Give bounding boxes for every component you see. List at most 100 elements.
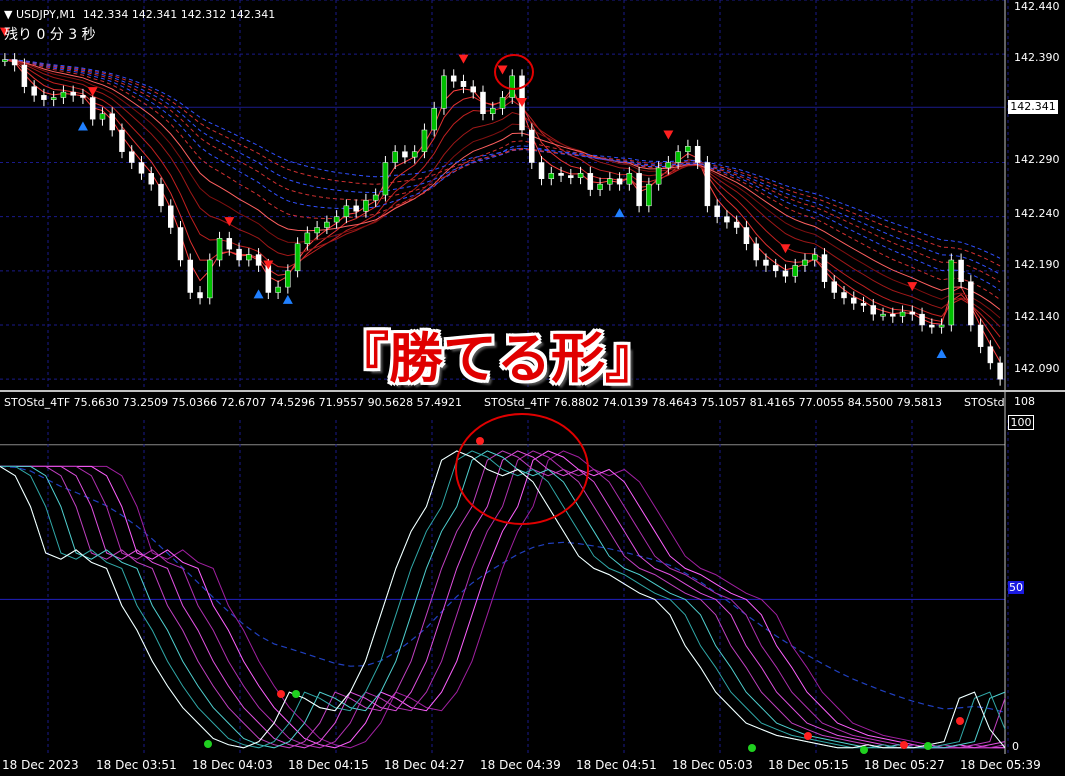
candle-body [80,95,86,98]
candle-body [968,281,974,326]
candle-body [529,129,535,163]
oversold-dot [292,690,300,698]
candle-body [899,311,906,317]
candle-body [411,151,418,158]
candle-body [275,286,281,293]
highlight-circle [455,413,589,525]
oscillator-panel[interactable]: STOStd_4TF 75.6630 73.2509 75.0366 72.67… [0,392,1065,754]
candle-body [841,292,847,299]
oscillator-chart[interactable] [0,392,1065,754]
candle-body [890,313,896,317]
ohlc-values: 142.334 142.341 142.312 142.341 [82,8,276,21]
overbought-dot [956,717,964,725]
time-label: 18 Dec 04:51 [576,758,657,772]
candle-body [148,173,154,185]
sell-arrow-icon [907,282,918,292]
osc-level-100: 100 [1008,415,1034,430]
candle-body [314,227,320,234]
candle-body [216,238,223,261]
candle-body [421,129,428,152]
candle-body [353,205,359,212]
candle-body [187,259,194,293]
time-label: 18 Dec 04:27 [384,758,465,772]
candle-body [568,175,574,178]
candle-body [285,270,291,288]
time-label: 18 Dec 05:03 [672,758,753,772]
candle-body [177,227,184,261]
price-tick: 142.390 [1014,51,1060,64]
buy-arrow-icon [936,349,947,358]
candle-body [997,362,1003,380]
candle-body [402,151,408,158]
candle-body [382,162,389,196]
time-label: 18 Dec 05:39 [960,758,1041,772]
candle-body [811,254,818,261]
candle-body [851,297,857,304]
candle-body [548,173,555,179]
oversold-dot [924,742,932,750]
candle-body [733,221,740,228]
price-tick: 142.140 [1014,310,1060,323]
candle-body [655,167,662,185]
candle-body [333,216,340,223]
candle-body [753,243,759,261]
price-tick: 142.090 [1014,362,1060,375]
sell-arrow-icon [87,87,98,97]
candle-body [792,265,798,277]
indicator-label-1: STOStd_4TF 75.6630 73.2509 75.0366 72.67… [4,396,463,409]
candle-body [294,243,301,272]
candle-body [802,259,808,266]
candle-body [616,178,623,185]
price-tick: 142.190 [1014,258,1060,271]
candle-body [704,162,711,207]
candle-body [782,270,789,277]
candle-body [821,254,828,282]
osc-level-50: 50 [1008,581,1024,594]
overbought-dot [804,732,812,740]
candle-body [109,113,115,131]
sell-arrow-icon [458,54,469,64]
price-tick: 142.240 [1014,207,1060,220]
osc-axis-top: 108 [1014,395,1035,408]
oversold-dot [204,740,212,748]
candle-body [948,259,955,326]
candle-body [977,324,984,347]
collapse-triangle-icon[interactable]: ▼ [4,8,12,21]
candle-body [31,86,37,96]
candle-body [470,86,476,93]
candle-body [538,162,545,179]
candle-body [392,151,398,163]
candle-body [607,178,613,185]
candle-body [343,205,350,217]
overbought-dot [476,437,484,445]
candle-body [743,227,750,244]
candle-body [929,324,935,328]
bar-timer: 残り 0 分 3 秒 [4,27,96,43]
candle-body [880,313,886,317]
price-tick: 142.290 [1014,153,1060,166]
symbol-label: USDJPY,M1 [15,8,76,21]
candle-body [870,305,877,315]
buy-arrow-icon [282,294,293,304]
candle-body [763,259,769,266]
oversold-dot [860,746,868,754]
candle-body [128,151,135,163]
candle-body [724,216,730,223]
candle-body [460,81,467,87]
candle-body [958,259,964,282]
candle-body [772,265,779,272]
candle-body [489,108,496,115]
time-label: 18 Dec 04:39 [480,758,561,772]
candle-body [558,173,564,176]
candle-body [509,75,516,98]
candle-body [831,281,837,293]
candle-body [207,259,213,299]
buy-arrow-icon [614,208,625,218]
candle-body [11,59,18,66]
candle-body [919,313,925,326]
candle-body [577,173,584,178]
candle-body [646,183,652,207]
sell-arrow-icon [224,217,235,227]
price-chart-panel[interactable]: ▼ USDJPY,M1 142.334 142.341 142.312 142.… [0,0,1065,390]
indicator-label-2: STOStd_4TF 76.8802 74.0139 78.4643 75.10… [484,396,943,409]
